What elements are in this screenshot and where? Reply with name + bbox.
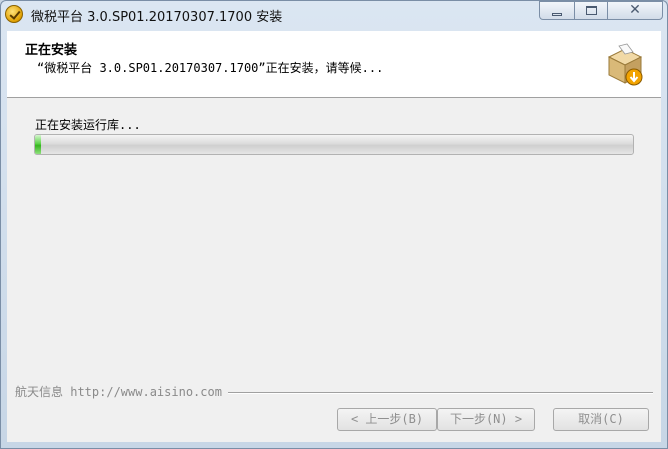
- wizard-body: 正在安装运行库... 航天信息 http://www.aisino.com < …: [7, 98, 661, 442]
- back-button[interactable]: < 上一步(B): [337, 408, 437, 431]
- next-button[interactable]: 下一步(N) >: [437, 408, 535, 431]
- installer-icon: [5, 5, 23, 23]
- progress-fill: [35, 135, 41, 154]
- window-title: 微税平台 3.0.SP01.20170307.1700 安装: [31, 10, 283, 25]
- brand-text: 航天信息 http://www.aisino.com: [15, 383, 228, 400]
- status-text: 正在安装运行库...: [35, 118, 141, 132]
- package-install-icon: [607, 43, 643, 86]
- wizard-header: 正在安装 “微税平台 3.0.SP01.20170307.1700”正在安装，请…: [7, 31, 661, 98]
- install-progress-bar: [34, 134, 634, 155]
- title-bar[interactable]: 微税平台 3.0.SP01.20170307.1700 安装 ✕: [1, 1, 667, 29]
- cancel-button[interactable]: 取消(C): [553, 408, 649, 431]
- header-subtitle: “微税平台 3.0.SP01.20170307.1700”正在安装，请等候...: [37, 61, 384, 75]
- maximize-button[interactable]: [574, 1, 608, 20]
- close-button[interactable]: ✕: [607, 1, 663, 20]
- close-icon: ✕: [629, 2, 641, 18]
- minimize-button[interactable]: [539, 1, 575, 20]
- installer-window: 微税平台 3.0.SP01.20170307.1700 安装 ✕ 正在安装 “微…: [0, 0, 668, 449]
- header-title: 正在安装: [25, 43, 78, 58]
